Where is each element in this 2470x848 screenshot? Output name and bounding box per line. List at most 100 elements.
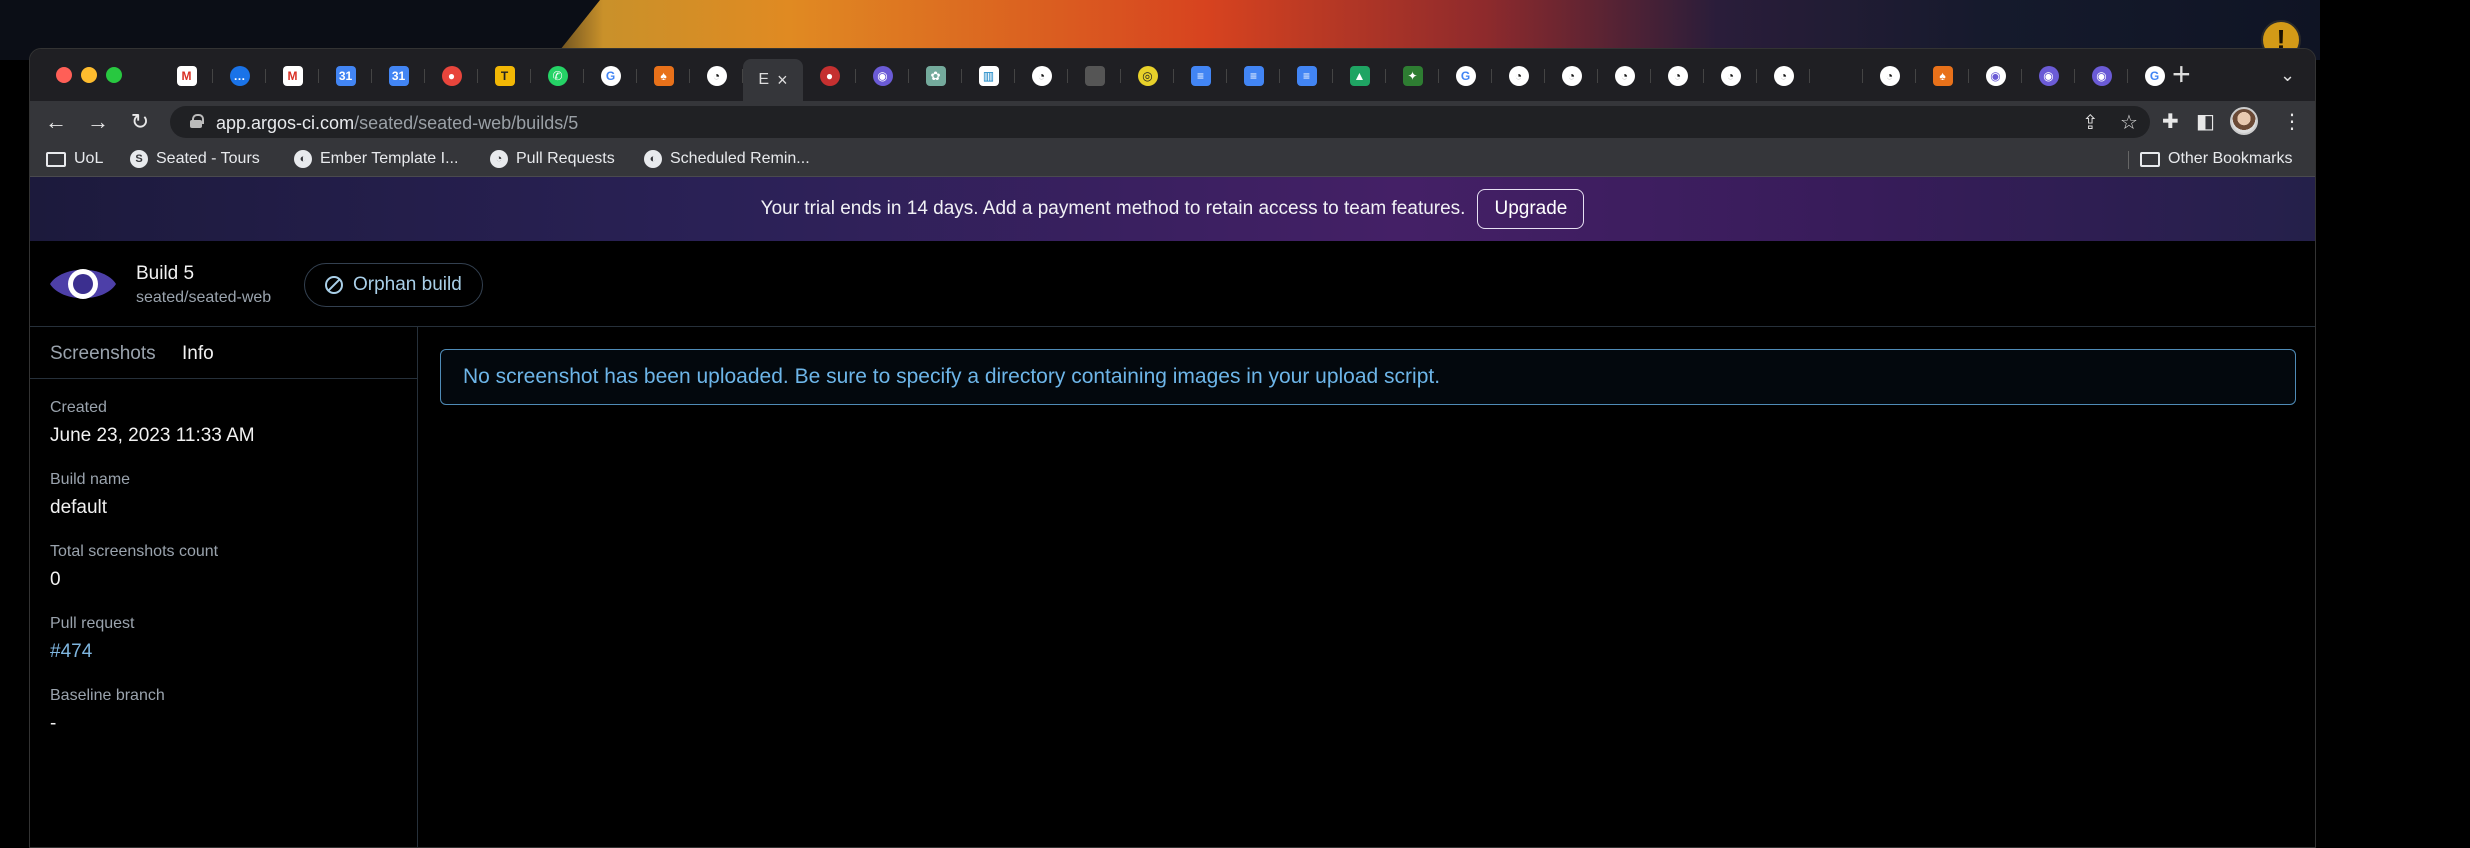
bookmark-star-icon[interactable]: ☆	[2120, 110, 2138, 135]
google-icon: G	[2144, 66, 2165, 86]
tab-screenshots[interactable]: Screenshots	[50, 343, 156, 365]
bookmark-scheduled-remin[interactable]: ◐ Scheduled Remin...	[644, 150, 810, 168]
info-baseline-branch: Baseline branch -	[50, 687, 255, 735]
chat-icon: …	[229, 66, 250, 86]
tab-t-app[interactable]: T	[478, 59, 531, 93]
build-main-panel: No screenshot has been uploaded. Be sure…	[418, 327, 2315, 847]
app-icon: ◎	[1137, 66, 1158, 86]
tab-whatsapp[interactable]: ✆	[531, 59, 584, 93]
tab-github-5[interactable]: ◔	[1651, 59, 1704, 93]
bookmark-label: UoL	[74, 150, 104, 167]
reload-icon[interactable]: ↻	[126, 109, 154, 135]
info-label: Created	[50, 399, 107, 416]
tab-search-chevron-icon[interactable]: ⌄	[2280, 65, 2295, 86]
tab-chat[interactable]: …	[213, 59, 266, 93]
calendar-icon: 31	[335, 66, 356, 86]
new-tab-button[interactable]: +	[2172, 57, 2191, 91]
bookmark-label: Ember Template I...	[320, 150, 459, 167]
side-panel-icon[interactable]: ◧	[2196, 109, 2215, 134]
pull-request-link[interactable]: #474	[50, 641, 255, 663]
tab-github-8[interactable]: ◔	[1863, 59, 1916, 93]
github-icon: ◔	[1561, 66, 1582, 86]
tab-drive[interactable]: ▲	[1333, 59, 1386, 93]
tab-app-yellow[interactable]: ◎	[1121, 59, 1174, 93]
drive-icon: ▲	[1349, 66, 1370, 86]
folder-icon	[2140, 151, 2160, 167]
address-bar[interactable]: app.argos-ci.com/seated/seated-web/build…	[170, 106, 2150, 138]
tab-app-orange-2[interactable]: ♠	[1916, 59, 1969, 93]
other-bookmarks[interactable]: Other Bookmarks	[2140, 150, 2292, 168]
tab-trello[interactable]: ▥	[962, 59, 1015, 93]
github-icon: ◔	[1720, 66, 1741, 86]
tab-github-6[interactable]: ◔	[1704, 59, 1757, 93]
tab-gmail-2[interactable]: M	[266, 59, 319, 93]
tab-github-1[interactable]: ◔	[1015, 59, 1068, 93]
whatsapp-icon: ✆	[547, 66, 568, 86]
maximize-window-button[interactable]	[106, 67, 122, 83]
info-total-screenshots: Total screenshots count 0	[50, 543, 255, 591]
browser-menu-icon[interactable]: ⋮	[2282, 109, 2302, 134]
tab-google-2[interactable]: G	[1439, 59, 1492, 93]
extensions-puzzle-icon[interactable]: ✚	[2162, 109, 2179, 134]
github-icon: ◔	[1773, 66, 1794, 86]
tab-info[interactable]: Info	[182, 343, 214, 365]
tab-google-1[interactable]: G	[584, 59, 637, 93]
minimize-window-button[interactable]	[81, 67, 97, 83]
bookmarks-bar: UoL S Seated - Tours ◐ Ember Template I...…	[30, 143, 2315, 177]
tab-github-2[interactable]: ◔	[1492, 59, 1545, 93]
tab-argos-2[interactable]: ◉	[1969, 59, 2022, 93]
tab-docs-3[interactable]: ≡	[1280, 59, 1333, 93]
build-title: Build 5	[136, 263, 195, 284]
tab-gmail-1[interactable]: M	[160, 59, 213, 93]
argos-icon: ◉	[1985, 66, 2006, 86]
tab-github-4[interactable]: ◔	[1598, 59, 1651, 93]
info-value: June 23, 2023 11:33 AM	[50, 425, 255, 446]
tab-empty[interactable]	[1810, 59, 1863, 93]
close-tab-icon[interactable]: ×	[777, 70, 788, 91]
tab-calendar-1[interactable]: 31	[319, 59, 372, 93]
forward-icon[interactable]: →	[84, 109, 112, 135]
docs-icon: ≡	[1296, 66, 1317, 86]
bookmark-pull-requests[interactable]: ◔ Pull Requests	[490, 150, 615, 168]
profile-avatar[interactable]	[2230, 107, 2258, 135]
tab-app-red[interactable]: ●	[425, 59, 478, 93]
tab-chatgpt[interactable]: ✿	[909, 59, 962, 93]
docs-icon: ≡	[1243, 66, 1264, 86]
tab-argos-4[interactable]: ◉	[2075, 59, 2128, 93]
github-icon: ◔	[1879, 66, 1900, 86]
tab-app-orange[interactable]: ♠	[637, 59, 690, 93]
bookmark-seated-tours[interactable]: S Seated - Tours	[130, 150, 260, 168]
browser-tabs: M … M 31 31 ● T ✆ G ♠ ◔ E × ● ◉ ✿ ▥ ◔ ◎ …	[160, 59, 2181, 101]
tab-github-app[interactable]: ◔	[690, 59, 743, 93]
info-label: Build name	[50, 471, 131, 488]
globe-icon: ◐	[294, 150, 312, 168]
argos-icon: ◉	[872, 66, 893, 86]
github-icon: ◔	[1031, 66, 1052, 86]
argos-logo-icon[interactable]	[48, 261, 118, 307]
url-path: /seated/seated-web/builds/5	[354, 113, 579, 133]
close-window-button[interactable]	[56, 67, 72, 83]
docs-icon: ≡	[1190, 66, 1211, 86]
bookmark-ember-template[interactable]: ◐ Ember Template I...	[294, 150, 458, 168]
share-icon[interactable]: ⇪	[2082, 110, 2099, 135]
tab-github-3[interactable]: ◔	[1545, 59, 1598, 93]
tab-docs-2[interactable]: ≡	[1227, 59, 1280, 93]
build-repo[interactable]: seated/seated-web	[136, 289, 271, 307]
tab-app-green[interactable]: ✦	[1386, 59, 1439, 93]
page-icon	[1827, 66, 1847, 86]
bookmark-uol[interactable]: UoL	[46, 150, 103, 168]
tab-argos-3[interactable]: ◉	[2022, 59, 2075, 93]
back-icon[interactable]: ←	[42, 109, 70, 135]
tab-calendar-2[interactable]: 31	[372, 59, 425, 93]
argos-icon: ◉	[2091, 66, 2112, 86]
browser-window: M … M 31 31 ● T ✆ G ♠ ◔ E × ● ◉ ✿ ▥ ◔ ◎ …	[29, 48, 2316, 848]
tab-argos-active[interactable]: E ×	[743, 59, 803, 101]
tab-github-7[interactable]: ◔	[1757, 59, 1810, 93]
tab-app-circle[interactable]: ●	[803, 59, 856, 93]
tab-argos-1[interactable]: ◉	[856, 59, 909, 93]
sidebar-tabs: Screenshots Info	[30, 327, 417, 379]
url-text[interactable]: app.argos-ci.com/seated/seated-web/build…	[216, 113, 578, 134]
upgrade-button[interactable]: Upgrade	[1477, 189, 1585, 229]
tab-docs-1[interactable]: ≡	[1174, 59, 1227, 93]
tab-blank[interactable]	[1068, 59, 1121, 93]
